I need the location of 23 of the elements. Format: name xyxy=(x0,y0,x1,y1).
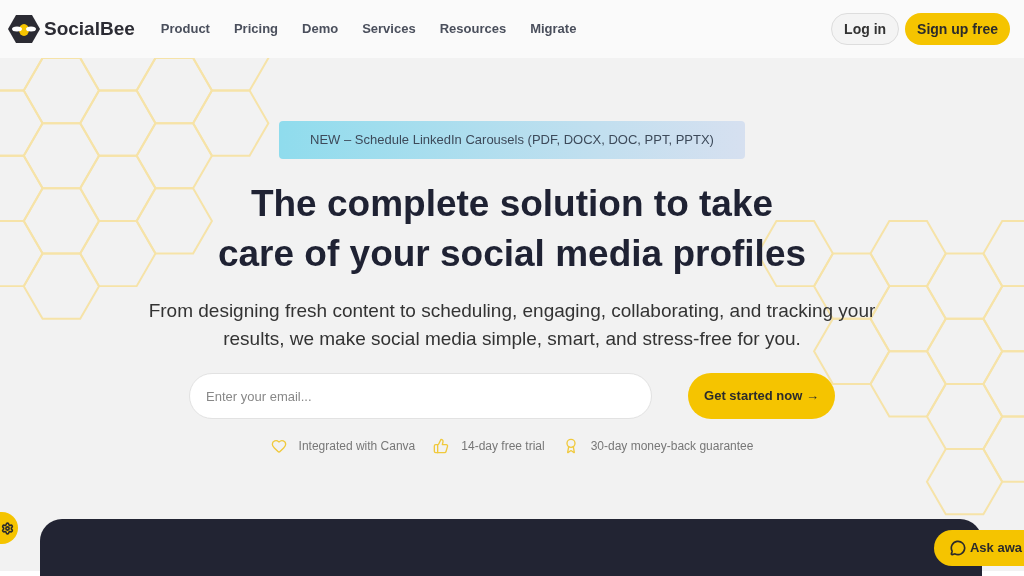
nav-link[interactable]: Services xyxy=(362,19,416,39)
announcement-banner[interactable]: NEW – Schedule LinkedIn Carousels (PDF, DOCX, DOC, PPT, PPTX) xyxy=(279,121,745,159)
chat-button[interactable]: Ask awa xyxy=(933,530,1024,566)
feature-text: Integrated with Canva xyxy=(298,438,416,455)
nav-link[interactable]: Resources xyxy=(439,19,507,39)
email-field[interactable]: Enter your email... xyxy=(189,373,653,419)
heart-icon xyxy=(270,438,287,454)
signup-button[interactable]: Sign up free xyxy=(905,13,1010,45)
nav-link[interactable]: Product xyxy=(160,19,210,39)
login-button[interactable]: Log in xyxy=(831,13,900,45)
feature-text: 30-day money-back guarantee xyxy=(590,438,754,455)
feature-text: 14-day free trial xyxy=(461,438,545,455)
hero-heading: The complete solution to take care of your social media profiles xyxy=(217,182,807,276)
chat-bubble-icon xyxy=(949,540,966,556)
brand-name[interactable]: SocialBee xyxy=(44,14,135,44)
nav-link[interactable]: Pricing xyxy=(233,19,279,39)
hero-subtitle: From designing fresh content to scheduling, engaging, collaborating, and tracking your results, we make social media simple, smart, and stress-free for you. xyxy=(147,299,877,351)
get-started-button[interactable]: Get started now → xyxy=(688,373,835,419)
thumbs-up-icon xyxy=(433,438,450,454)
settings-icon xyxy=(1,521,14,535)
nav-link[interactable]: Migrate xyxy=(530,19,577,39)
nav-link[interactable]: Demo xyxy=(302,19,339,39)
bee-logo-icon xyxy=(8,14,40,44)
